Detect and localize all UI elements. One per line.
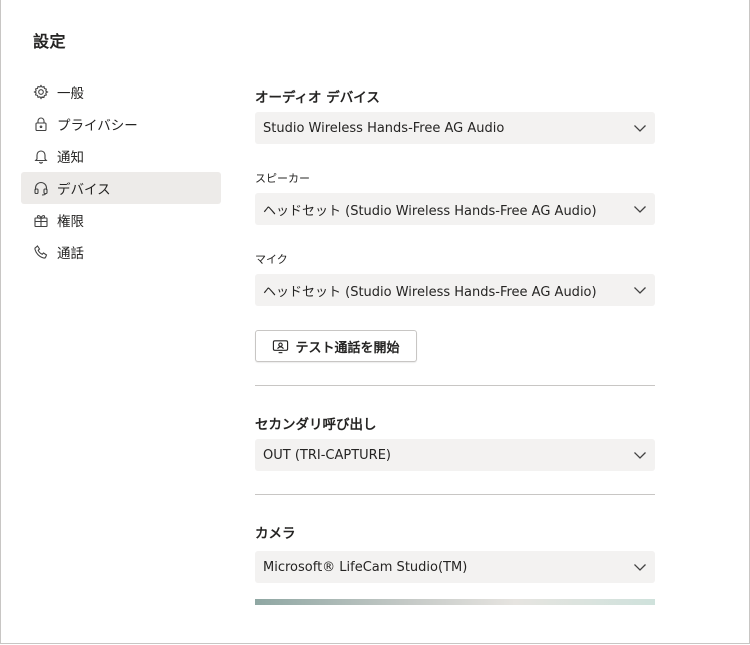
nav-item-label: プライバシー [57,118,138,134]
speaker-select[interactable]: ヘッドセット (Studio Wireless Hands-Free AG Au… [255,193,655,225]
chevron-down-icon [633,121,647,135]
nav-item-label: デバイス [57,182,111,198]
microphone-label: マイク [255,253,288,266]
divider [255,494,655,495]
chevron-down-icon [633,202,647,216]
camera-value: Microsoft® LifeCam Studio(TM) [263,559,468,575]
test-call-icon [273,339,289,353]
audio-device-value: Studio Wireless Hands-Free AG Audio [263,120,505,136]
headset-icon [32,179,50,197]
nav-item-label: 一般 [57,86,84,102]
secondary-ringer-select[interactable]: OUT (TRI-CAPTURE) [255,439,655,471]
chevron-down-icon [633,283,647,297]
audio-device-select[interactable]: Studio Wireless Hands-Free AG Audio [255,112,655,144]
nav-item-devices[interactable]: デバイス [21,172,221,204]
camera-preview [255,599,655,605]
page-title: 設定 [33,32,67,51]
chevron-down-icon [633,560,647,574]
nav-item-label: 権限 [57,214,84,230]
nav-item-calls[interactable]: 通話 [21,236,221,268]
chevron-down-icon [633,448,647,462]
nav-item-label: 通話 [57,246,84,262]
test-call-label: テスト通話を開始 [295,340,400,356]
gift-box-icon [32,211,50,229]
nav-item-permissions[interactable]: 権限 [21,204,221,236]
nav-item-notifications[interactable]: 通知 [21,140,221,172]
divider [255,385,655,386]
microphone-select[interactable]: ヘッドセット (Studio Wireless Hands-Free AG Au… [255,274,655,306]
phone-icon [32,243,50,261]
bell-icon [32,147,50,165]
speaker-value: ヘッドセット (Studio Wireless Hands-Free AG Au… [263,203,597,219]
gear-icon [32,83,50,101]
start-test-call-button[interactable]: テスト通話を開始 [255,330,417,362]
secondary-ringer-heading: セカンダリ呼び出し [255,417,377,433]
settings-nav: 一般 プライバシー 通知 デバイス 権限 通話 [21,76,221,268]
nav-item-general[interactable]: 一般 [21,76,221,108]
camera-heading: カメラ [255,526,296,542]
microphone-value: ヘッドセット (Studio Wireless Hands-Free AG Au… [263,284,597,300]
camera-select[interactable]: Microsoft® LifeCam Studio(TM) [255,551,655,583]
audio-devices-heading: オーディオ デバイス [255,90,380,106]
secondary-ringer-value: OUT (TRI-CAPTURE) [263,447,391,463]
nav-item-label: 通知 [57,150,84,166]
nav-item-privacy[interactable]: プライバシー [21,108,221,140]
lock-icon [32,115,50,133]
speaker-label: スピーカー [255,172,310,185]
